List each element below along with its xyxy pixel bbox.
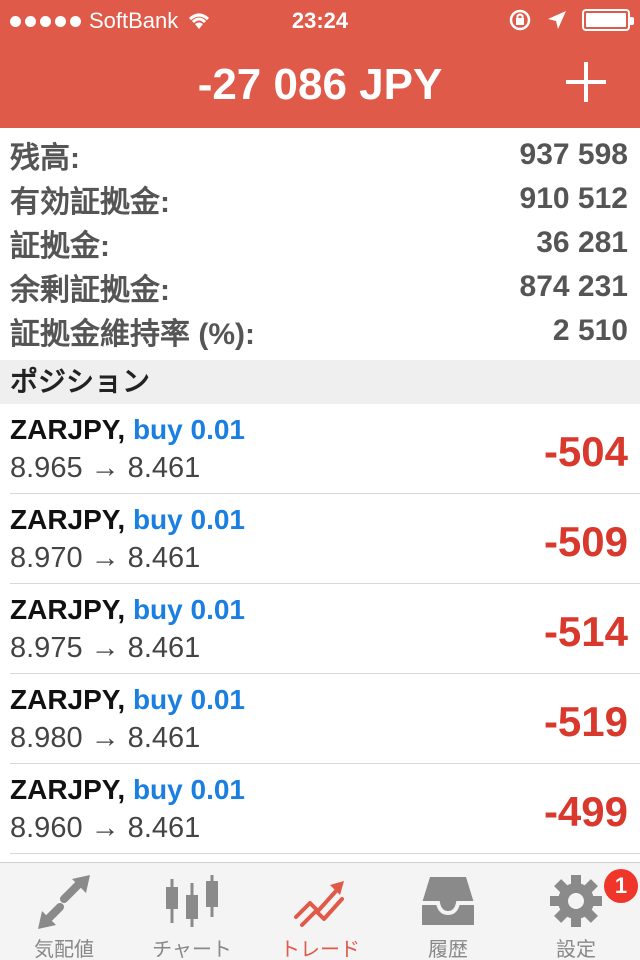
gear-icon: [550, 875, 602, 927]
rotation-lock-icon: [509, 9, 531, 31]
battery-icon: [582, 9, 634, 31]
position-row[interactable]: ZARJPY, buy 0.01 8.970 → 8.461 -509: [10, 494, 640, 584]
position-row[interactable]: ZARJPY, buy 0.01 8.975 → 8.461 -514: [10, 584, 640, 674]
position-side: buy 0.01: [132, 594, 245, 625]
position-side: buy 0.01: [132, 774, 245, 805]
quotes-arrows-icon: [38, 875, 90, 929]
position-symbol: ZARJPY,: [10, 504, 126, 535]
tab-settings[interactable]: 1 設定: [512, 863, 640, 960]
tab-label: チャート: [152, 939, 232, 960]
summary-row-free-margin: 余剰証拠金: 874 231: [0, 265, 640, 309]
plus-icon[interactable]: [566, 62, 606, 102]
summary-label: 証拠金:: [10, 230, 110, 263]
summary-row-margin: 証拠金: 36 281: [0, 221, 640, 265]
position-prices: 8.980 → 8.461: [10, 722, 201, 754]
summary-label: 証拠金維持率 (%):: [10, 318, 255, 351]
status-bar: SoftBank 23:24: [0, 0, 640, 40]
position-prices: 8.975 → 8.461: [10, 632, 201, 664]
account-summary: 残高: 937 598 有効証拠金: 910 512 証拠金: 36 281 余…: [0, 133, 640, 353]
positions-section-header: ポジション: [0, 360, 640, 404]
position-prices: 8.970 → 8.461: [10, 542, 201, 574]
position-symbol: ZARJPY,: [10, 594, 126, 625]
position-profit: -509: [543, 518, 628, 565]
summary-row-balance: 残高: 937 598: [0, 133, 640, 177]
position-row[interactable]: ZARJPY, buy 0.01 8.980 → 8.461 -519: [10, 674, 640, 764]
trade-icon: [294, 881, 344, 927]
header: SoftBank 23:24 -27 086 JPY: [0, 0, 640, 128]
summary-value: 910 512: [519, 182, 628, 215]
position-prices: 8.965 → 8.461: [10, 452, 201, 484]
position-symbol: ZARJPY,: [10, 414, 126, 445]
position-profit: -499: [543, 788, 628, 835]
summary-label: 残高:: [10, 142, 80, 175]
tab-label: 気配値: [34, 939, 94, 960]
positions-list: ZARJPY, buy 0.01 8.965 → 8.461 -504 ZARJ…: [0, 404, 640, 854]
position-side: buy 0.01: [132, 504, 245, 535]
position-row[interactable]: ZARJPY, buy 0.01 8.965 → 8.461 -504: [10, 404, 640, 494]
summary-value: 2 510: [552, 314, 628, 347]
position-side: buy 0.01: [132, 684, 245, 715]
summary-value: 36 281: [536, 226, 628, 259]
tab-label: 設定: [556, 939, 596, 960]
position-symbol: ZARJPY,: [10, 684, 126, 715]
account-profit-total: -27 086 JPY: [197, 60, 443, 109]
summary-row-equity: 有効証拠金: 910 512: [0, 177, 640, 221]
position-side: buy 0.01: [132, 414, 245, 445]
summary-label: 余剰証拠金:: [10, 274, 170, 307]
summary-value: 874 231: [519, 270, 628, 303]
position-profit: -514: [543, 608, 628, 655]
history-inbox-icon: [422, 877, 474, 925]
tab-bar: 気配値 チャート トレード 履歴 1 設定: [0, 862, 640, 960]
position-prices: 8.960 → 8.461: [10, 812, 201, 844]
tab-history[interactable]: 履歴: [384, 863, 512, 960]
tab-label: 履歴: [428, 939, 468, 960]
tab-label: トレード: [280, 939, 360, 960]
location-arrow-icon: [548, 11, 566, 29]
summary-value: 937 598: [519, 138, 628, 171]
tab-trade[interactable]: トレード: [256, 863, 384, 960]
position-profit: -519: [543, 698, 628, 745]
tab-quotes[interactable]: 気配値: [0, 863, 128, 960]
position-row[interactable]: ZARJPY, buy 0.01 8.960 → 8.461 -499: [10, 764, 640, 854]
candlestick-chart-icon: [166, 875, 218, 927]
position-profit: -504: [543, 428, 628, 475]
notification-badge: 1: [604, 869, 638, 903]
summary-label: 有効証拠金:: [10, 186, 170, 219]
summary-row-margin-level: 証拠金維持率 (%): 2 510: [0, 309, 640, 353]
tab-chart[interactable]: チャート: [128, 863, 256, 960]
position-symbol: ZARJPY,: [10, 774, 126, 805]
